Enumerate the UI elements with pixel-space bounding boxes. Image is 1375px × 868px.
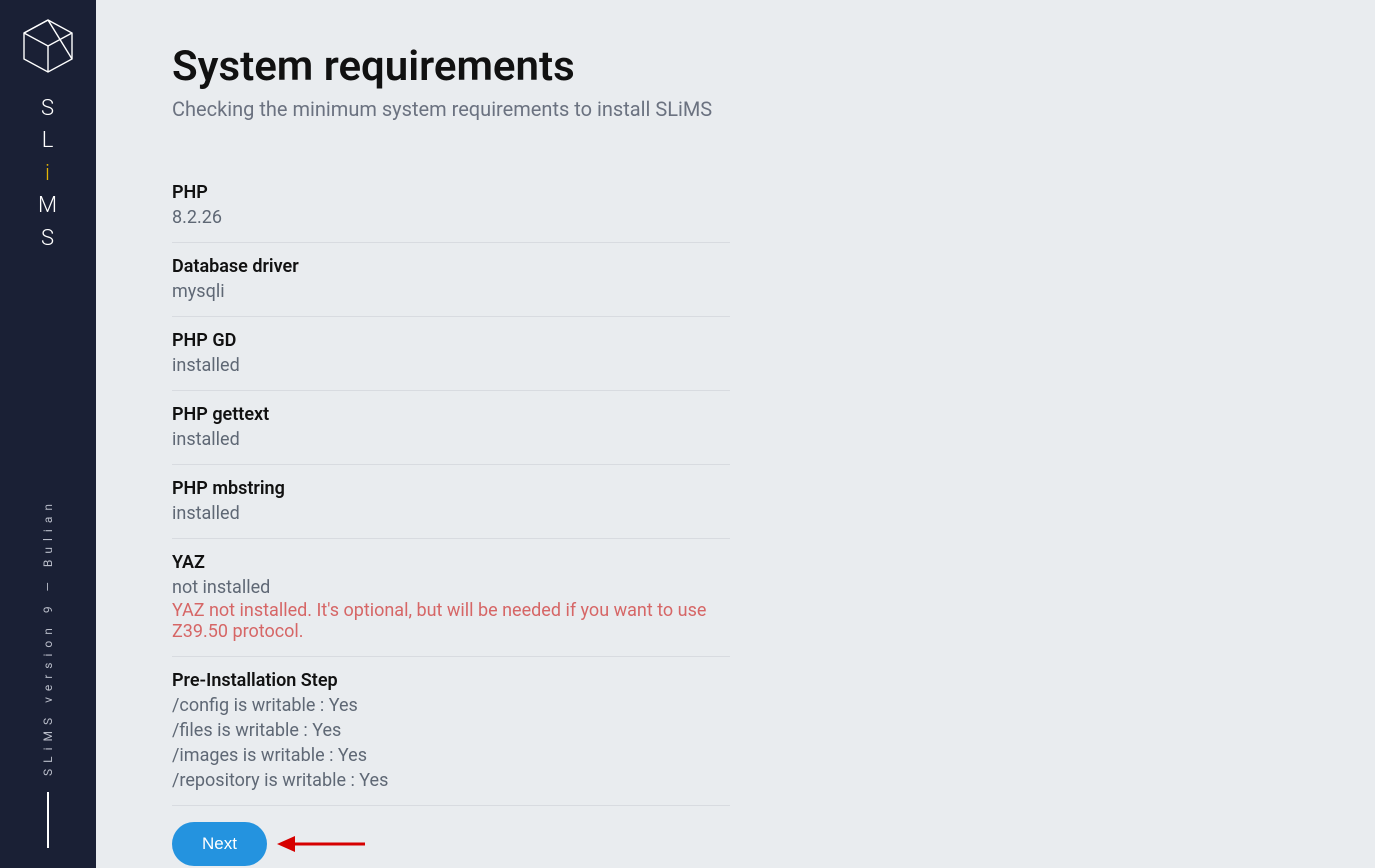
brand-letter: S: [41, 226, 55, 252]
preinstall-lines: /config is writable : Yes/files is writa…: [172, 695, 730, 791]
logo-icon: [22, 18, 74, 78]
requirements-list: PHP 8.2.26 Database driver mysqli PHP GD inst…: [172, 169, 730, 806]
requirement-item: PHP GD installed: [172, 317, 730, 391]
requirement-value: installed: [172, 429, 730, 450]
requirement-value: mysqli: [172, 281, 730, 302]
arrow-left-pointer-icon: [277, 833, 365, 855]
preinstall-label: Pre-Installation Step: [172, 670, 730, 691]
brand-letter: S: [41, 96, 55, 122]
requirement-value: not installed: [172, 577, 730, 598]
requirement-label: PHP: [172, 182, 730, 203]
requirement-label: Database driver: [172, 256, 730, 277]
next-button[interactable]: Next: [172, 822, 267, 866]
requirement-label: PHP mbstring: [172, 478, 730, 499]
page-title: System requirements: [172, 42, 1299, 91]
requirement-value: installed: [172, 503, 730, 524]
version-label: SLiMS version 9 — Bulian: [41, 498, 55, 776]
preinstall-line: /files is writable : Yes: [172, 720, 730, 741]
page-subtitle: Checking the minimum system requirements…: [172, 97, 1299, 121]
sidebar-tick: [47, 792, 49, 848]
preinstall-line: /images is writable : Yes: [172, 745, 730, 766]
main-panel: System requirements Checking the minimum…: [96, 0, 1375, 868]
requirement-label: PHP GD: [172, 330, 730, 351]
requirement-warning: YAZ not installed. It's optional, but wi…: [172, 600, 730, 642]
brand-letter: M: [38, 193, 58, 219]
requirement-item: YAZ not installedYAZ not installed. It's …: [172, 539, 730, 657]
brand-letters: SLiMS: [38, 96, 58, 252]
requirement-item: PHP gettext installed: [172, 391, 730, 465]
requirement-value: 8.2.26: [172, 207, 730, 228]
brand-letter: L: [42, 128, 55, 154]
requirement-item: PHP mbstring installed: [172, 465, 730, 539]
requirement-value: installed: [172, 355, 730, 376]
preinstall-line: /config is writable : Yes: [172, 695, 730, 716]
requirement-item: Database driver mysqli: [172, 243, 730, 317]
requirement-label: YAZ: [172, 552, 730, 573]
requirement-item: PHP 8.2.26: [172, 169, 730, 243]
sidebar: SLiMS SLiMS version 9 — Bulian: [0, 0, 96, 868]
preinstall-item: Pre-Installation Step/config is writable…: [172, 657, 730, 806]
preinstall-line: /repository is writable : Yes: [172, 770, 730, 791]
brand-letter: i: [45, 161, 51, 187]
requirement-label: PHP gettext: [172, 404, 730, 425]
